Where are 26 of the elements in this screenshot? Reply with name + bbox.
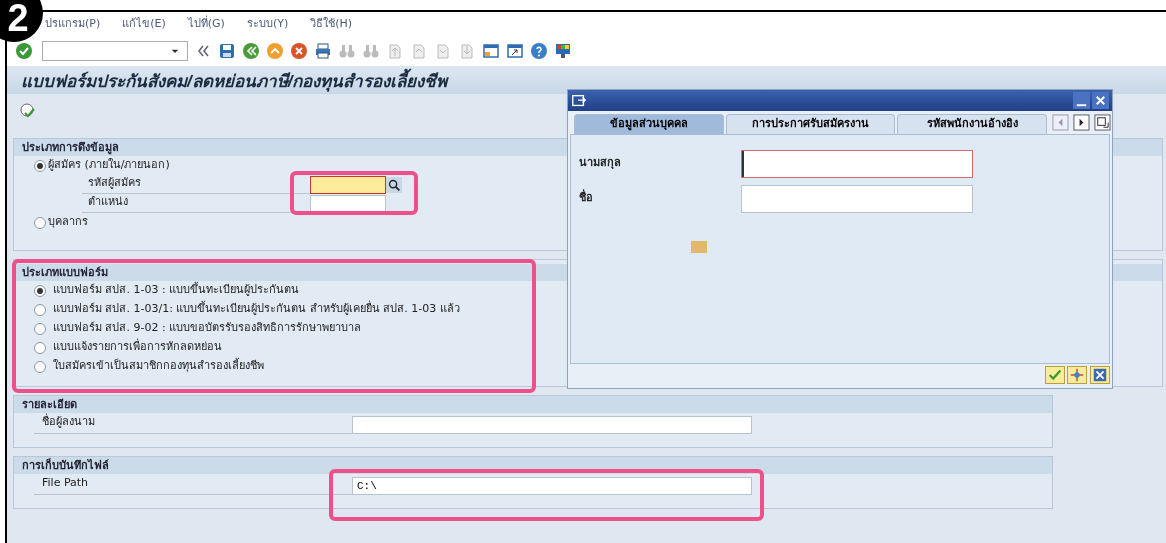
field-label: File Path <box>34 475 352 495</box>
menu-item[interactable]: ปรแกรม(P) <box>45 15 101 33</box>
radio-label: แบบฟอร์ม สปส. 1-03/1: แบบขึ้นทะเบียนผู้ประกันตน สำหรับผู้เคยยื่น สปส. 1-03 แล้ว <box>53 301 460 318</box>
menu-item[interactable]: ไปที่(G) <box>187 15 225 33</box>
group-header: การเก็บบันทึกไฟล์ <box>14 457 1052 474</box>
radio-label: แบบฟอร์ม สปส. 9-02 : แบบขอบัตรรับรองสิทธิการรักษาพยาบาล <box>53 320 362 337</box>
field-label: รหัสผู้สมัคร <box>82 174 310 195</box>
menu-item[interactable]: ระบบ(Y) <box>246 15 289 33</box>
group-header: รายละเอียด <box>14 396 1052 413</box>
screen-title: แบบฟอร์มประกันสังคม/ลดหย่อนภาษี/กองทุนสำรองเลี้ยงชีพ <box>7 66 1166 94</box>
menu-item[interactable]: แก้ไข(E) <box>122 15 166 33</box>
field-label: ชื่อ <box>579 190 594 207</box>
field-label: ตำแหน่ง <box>82 193 310 214</box>
field-label: ชื่อผู้ลงนาม <box>34 414 352 434</box>
radio-label: ผู้สมัคร (ภายใน/ภายนอก) <box>48 157 170 174</box>
tab[interactable]: รหัสพนักงานอ้างอิง <box>897 114 1048 134</box>
radio-label: ใบสมัครเข้าเป็นสมาชิกกองทุนสำรองเลี้ยงชีพ <box>53 358 264 375</box>
step-badge: 2 <box>0 0 43 42</box>
radio-label: บุคลากร <box>48 214 88 231</box>
input-field[interactable]: C:\ <box>352 477 752 495</box>
tab[interactable]: ข้อมูลส่วนบุคคล <box>574 114 724 134</box>
field-label: นามสกุล <box>579 155 622 172</box>
tab[interactable]: การประกาศรับสมัครงาน <box>725 114 896 134</box>
menu-item[interactable]: วิธีใช้(H) <box>310 15 353 33</box>
radio-label: แบบฟอร์ม สปส. 1-03 : แบบขึ้นทะเบียนผู้ประกันตน <box>53 282 300 299</box>
radio-label: แบบแจ้งรายการเพื่อการหักลดหย่อน <box>53 339 222 356</box>
